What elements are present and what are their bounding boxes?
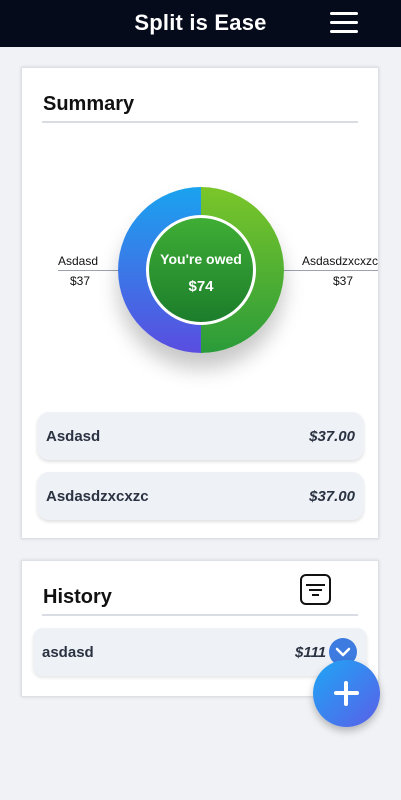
balance-row-amount: $37.00 [309, 428, 355, 445]
summary-title: Summary [43, 93, 135, 115]
chart-left-name: Asdasd [58, 254, 99, 268]
add-expense-button[interactable] [313, 660, 380, 727]
history-title: History [43, 586, 112, 608]
left-leader-line [58, 270, 120, 271]
filter-icon[interactable] [300, 574, 331, 605]
donut-center: You're owed $74 [146, 215, 256, 325]
summary-card: Summary Asdasd $37 Asdasdzxcxzc $37 You'… [21, 67, 379, 539]
chart-left-amount: $37 [70, 274, 91, 288]
summary-divider [42, 121, 358, 123]
history-divider [42, 614, 358, 616]
right-leader-line [280, 270, 378, 271]
chart-right-name: Asdasdzxcxzc [302, 254, 379, 268]
top-bar: Split is Ease [0, 0, 401, 47]
balance-row-amount: $37.00 [309, 488, 355, 505]
history-item[interactable]: asdasd $111 [33, 628, 367, 676]
history-item-name: asdasd [42, 644, 94, 661]
balance-row[interactable]: Asdasdzxcxzc $37.00 [37, 472, 364, 520]
balance-row-name: Asdasd [46, 428, 101, 445]
chart-right-amount: $37 [333, 274, 354, 288]
owed-amount: $74 [188, 278, 214, 295]
hamburger-menu-icon[interactable] [330, 12, 358, 34]
owed-label: You're owed [160, 251, 242, 267]
history-item-amount: $111 [295, 644, 327, 661]
owed-donut-chart: You're owed $74 [118, 187, 284, 353]
balance-row[interactable]: Asdasd $37.00 [37, 412, 364, 460]
balance-row-name: Asdasdzxcxzc [46, 488, 149, 505]
